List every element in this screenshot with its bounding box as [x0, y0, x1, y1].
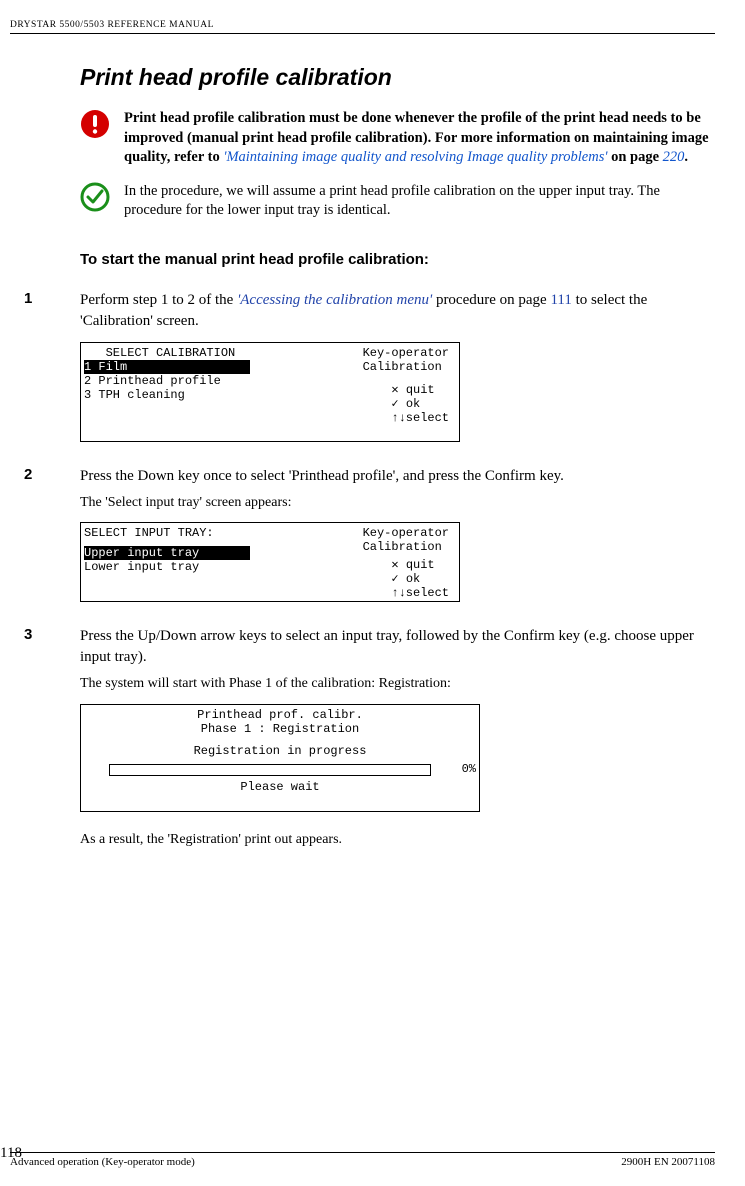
running-header: DRYSTAR 5500/5503 REFERENCE MANUAL [10, 20, 715, 34]
warning-period: . [684, 149, 688, 165]
scr-prog-msg: Registration in progress [84, 744, 476, 758]
step2-line2: The 'Select input tray' screen appears: [80, 493, 715, 513]
step1-link[interactable]: 'Accessing the calibration menu' [237, 292, 432, 308]
scr-right1: Key-operator [363, 346, 449, 360]
warning-link[interactable]: 'Maintaining image quality and resolving… [223, 149, 607, 165]
scr-prog-title1: Printhead prof. calibr. [84, 708, 476, 722]
step1-mid: procedure on page [432, 292, 550, 308]
scr-opt-selected: 1 Film [84, 360, 250, 374]
check-icon [80, 182, 110, 212]
scr-right2: Calibration [363, 360, 449, 374]
scr-quit: ✕ quit [391, 383, 449, 397]
info-block: In the procedure, we will assume a print… [80, 182, 715, 221]
section-title: Print head profile calibration [80, 64, 715, 91]
screen-select-calibration: SELECT CALIBRATION 1 Film 2 Printhead pr… [80, 342, 460, 442]
scr-mode: Key-operator Calibration [363, 526, 449, 554]
step-1: 1 Perform step 1 to 2 of the 'Accessing … [80, 290, 715, 460]
scr-actions: ✕ quit ✓ ok ↑↓select [391, 558, 449, 600]
step1-pageref[interactable]: 111 [550, 292, 571, 308]
footer-left: Advanced operation (Key-operator mode) [10, 1156, 621, 1168]
step-2: 2 Press the Down key once to select 'Pri… [80, 466, 715, 621]
step-number: 2 [24, 466, 80, 621]
scr-select: ↑↓select [391, 411, 449, 425]
scr-actions: ✕ quit ✓ ok ↑↓select [391, 383, 449, 425]
warning-text: Print head profile calibration must be d… [124, 109, 715, 168]
step-3: 3 Press the Up/Down arrow keys to select… [80, 626, 715, 855]
scr-ok: ✓ ok [391, 572, 449, 586]
step-number: 1 [24, 290, 80, 460]
scr-mode: Key-operator Calibration [363, 346, 449, 374]
progress-bar [109, 764, 431, 776]
page-footer: Advanced operation (Key-operator mode) 2… [10, 1152, 715, 1168]
subheading: To start the manual print head profile c… [80, 251, 715, 268]
scr-right2: Calibration [363, 540, 449, 554]
screen-registration-progress: Printhead prof. calibr. Phase 1 : Regist… [80, 704, 480, 812]
scr-prog-wait: Please wait [84, 780, 476, 794]
warning-block: Print head profile calibration must be d… [80, 109, 715, 168]
step1-pre: Perform step 1 to 2 of the [80, 292, 237, 308]
warning-suffix: on page [607, 149, 662, 165]
scr-select: ↑↓select [391, 586, 449, 600]
scr-ok: ✓ ok [391, 397, 449, 411]
step-number: 3 [24, 626, 80, 855]
scr-prog-title2: Phase 1 : Registration [84, 722, 476, 736]
scr-quit: ✕ quit [391, 558, 449, 572]
step3-line2: The system will start with Phase 1 of th… [80, 674, 715, 694]
progress-pct: 0% [462, 762, 476, 776]
step2-line1: Press the Down key once to select 'Print… [80, 466, 715, 487]
scr-right1: Key-operator [363, 526, 449, 540]
step3-result: As a result, the 'Registration' print ou… [80, 830, 715, 850]
warning-pageref[interactable]: 220 [663, 149, 685, 165]
step3-line1: Press the Up/Down arrow keys to select a… [80, 626, 715, 668]
scr-opt-selected: Upper input tray [84, 546, 250, 560]
footer-right: 2900H EN 20071108 [621, 1156, 715, 1168]
warning-icon [80, 109, 110, 139]
screen-select-input-tray: SELECT INPUT TRAY: Upper input tray Lowe… [80, 522, 460, 602]
info-text: In the procedure, we will assume a print… [124, 182, 715, 221]
